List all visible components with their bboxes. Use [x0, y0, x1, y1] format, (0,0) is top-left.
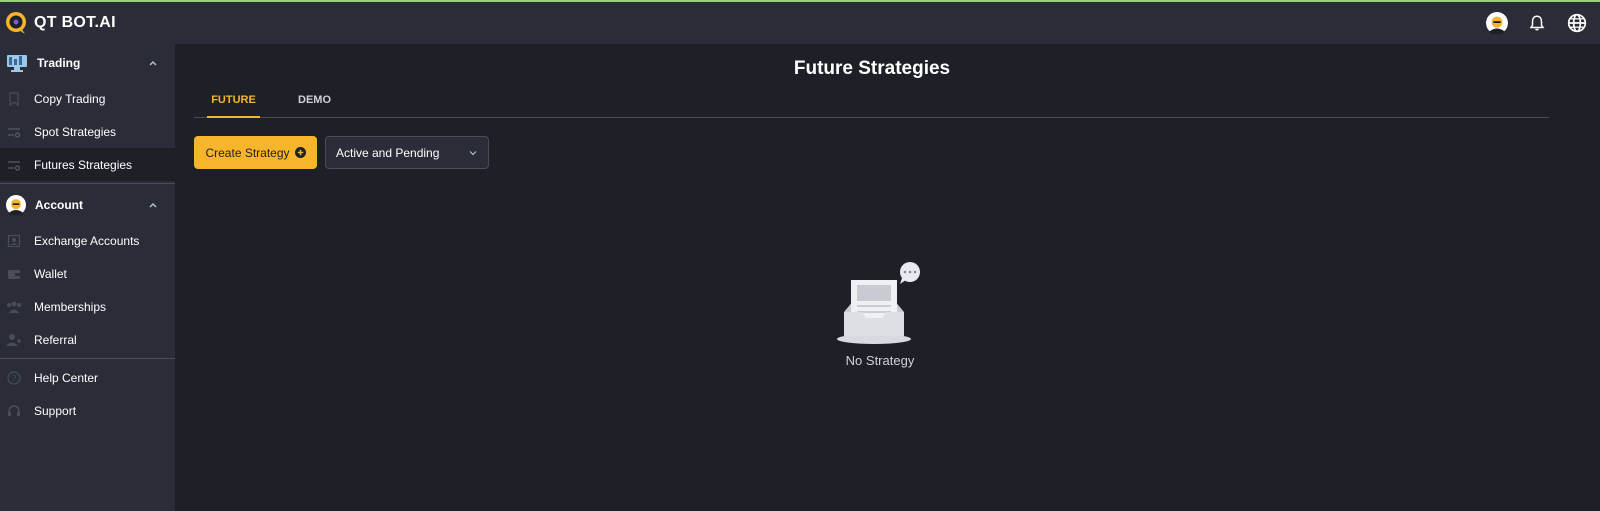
empty-state-message: No Strategy [845, 353, 915, 368]
brand-name: QT BOT.AI [34, 14, 116, 31]
trading-monitor-icon [7, 55, 27, 72]
top-header: QT BOT.AI [0, 2, 1600, 44]
create-strategy-button[interactable]: Create Strategy [194, 136, 317, 169]
account-avatar-icon [6, 195, 26, 215]
sidebar-item-exchange-accounts[interactable]: Exchange Accounts [0, 224, 175, 257]
brand-logo[interactable]: QT BOT.AI [4, 11, 116, 35]
sidebar-section-label: Account [35, 198, 83, 212]
sidebar-item-spot-strategies[interactable]: Spot Strategies [0, 115, 175, 148]
empty-state: No Strategy [830, 262, 930, 368]
sidebar-item-label: Memberships [34, 299, 107, 314]
main-content: Future Strategies FUTURE DEMO Create Str… [175, 44, 1600, 511]
sidebar-section-account[interactable]: Account [0, 186, 175, 224]
referral-icon [6, 332, 22, 348]
status-filter-select[interactable]: Active and Pending [325, 136, 489, 169]
avatar-icon [1486, 12, 1508, 34]
sidebar-item-help-center[interactable]: ? Help Center [0, 361, 175, 394]
sidebar-item-label: Copy Trading [34, 91, 106, 106]
strategy-list-icon [6, 124, 22, 140]
plus-circle-icon [294, 147, 306, 158]
strategy-tabs: FUTURE DEMO [194, 94, 1549, 118]
sidebar-item-futures-strategies[interactable]: Futures Strategies [0, 148, 175, 181]
wallet-icon [6, 266, 22, 282]
strategy-list-icon [6, 157, 22, 173]
bell-icon [1529, 15, 1545, 31]
bookmark-icon [6, 91, 22, 107]
exchange-icon [6, 233, 22, 249]
sidebar-item-memberships[interactable]: Memberships [0, 290, 175, 323]
notifications-button[interactable] [1526, 12, 1548, 34]
chevron-up-icon [149, 202, 157, 208]
sidebar-divider [0, 358, 175, 359]
sidebar-item-support[interactable]: Support [0, 394, 175, 427]
empty-inbox-illustration-icon [837, 262, 920, 344]
sidebar-item-label: Support [34, 403, 77, 418]
sidebar-item-referral[interactable]: Referral [0, 323, 175, 356]
brand-logo-icon [6, 12, 26, 34]
tab-future[interactable]: FUTURE [207, 94, 260, 118]
globe-icon [1567, 13, 1587, 33]
headset-icon [6, 403, 22, 419]
chevron-up-icon [149, 60, 157, 66]
sidebar-divider [0, 183, 175, 184]
sidebar-item-copy-trading[interactable]: Copy Trading [0, 82, 175, 115]
sidebar-item-label: Referral [34, 332, 77, 347]
sidebar-item-label: Spot Strategies [34, 124, 117, 139]
help-icon: ? [6, 370, 22, 386]
svg-text:?: ? [12, 374, 17, 383]
members-icon [6, 299, 22, 315]
language-button[interactable] [1566, 12, 1588, 34]
create-strategy-label: Create Strategy [205, 145, 290, 160]
page-title: Future Strategies [793, 58, 951, 79]
user-avatar[interactable] [1486, 12, 1508, 34]
sidebar-section-trading[interactable]: Trading [0, 44, 175, 82]
chevron-down-icon [469, 151, 477, 156]
sidebar-item-wallet[interactable]: Wallet [0, 257, 175, 290]
sidebar: Trading Copy Trading Spot Strategies Fut… [0, 44, 175, 511]
sidebar-section-label: Trading [37, 56, 81, 70]
status-filter-value: Active and Pending [336, 145, 440, 160]
sidebar-item-label: Help Center [34, 370, 99, 385]
sidebar-item-label: Futures Strategies [34, 157, 133, 172]
tab-demo[interactable]: DEMO [298, 94, 331, 118]
sidebar-item-label: Exchange Accounts [34, 233, 140, 248]
sidebar-item-label: Wallet [34, 266, 67, 281]
